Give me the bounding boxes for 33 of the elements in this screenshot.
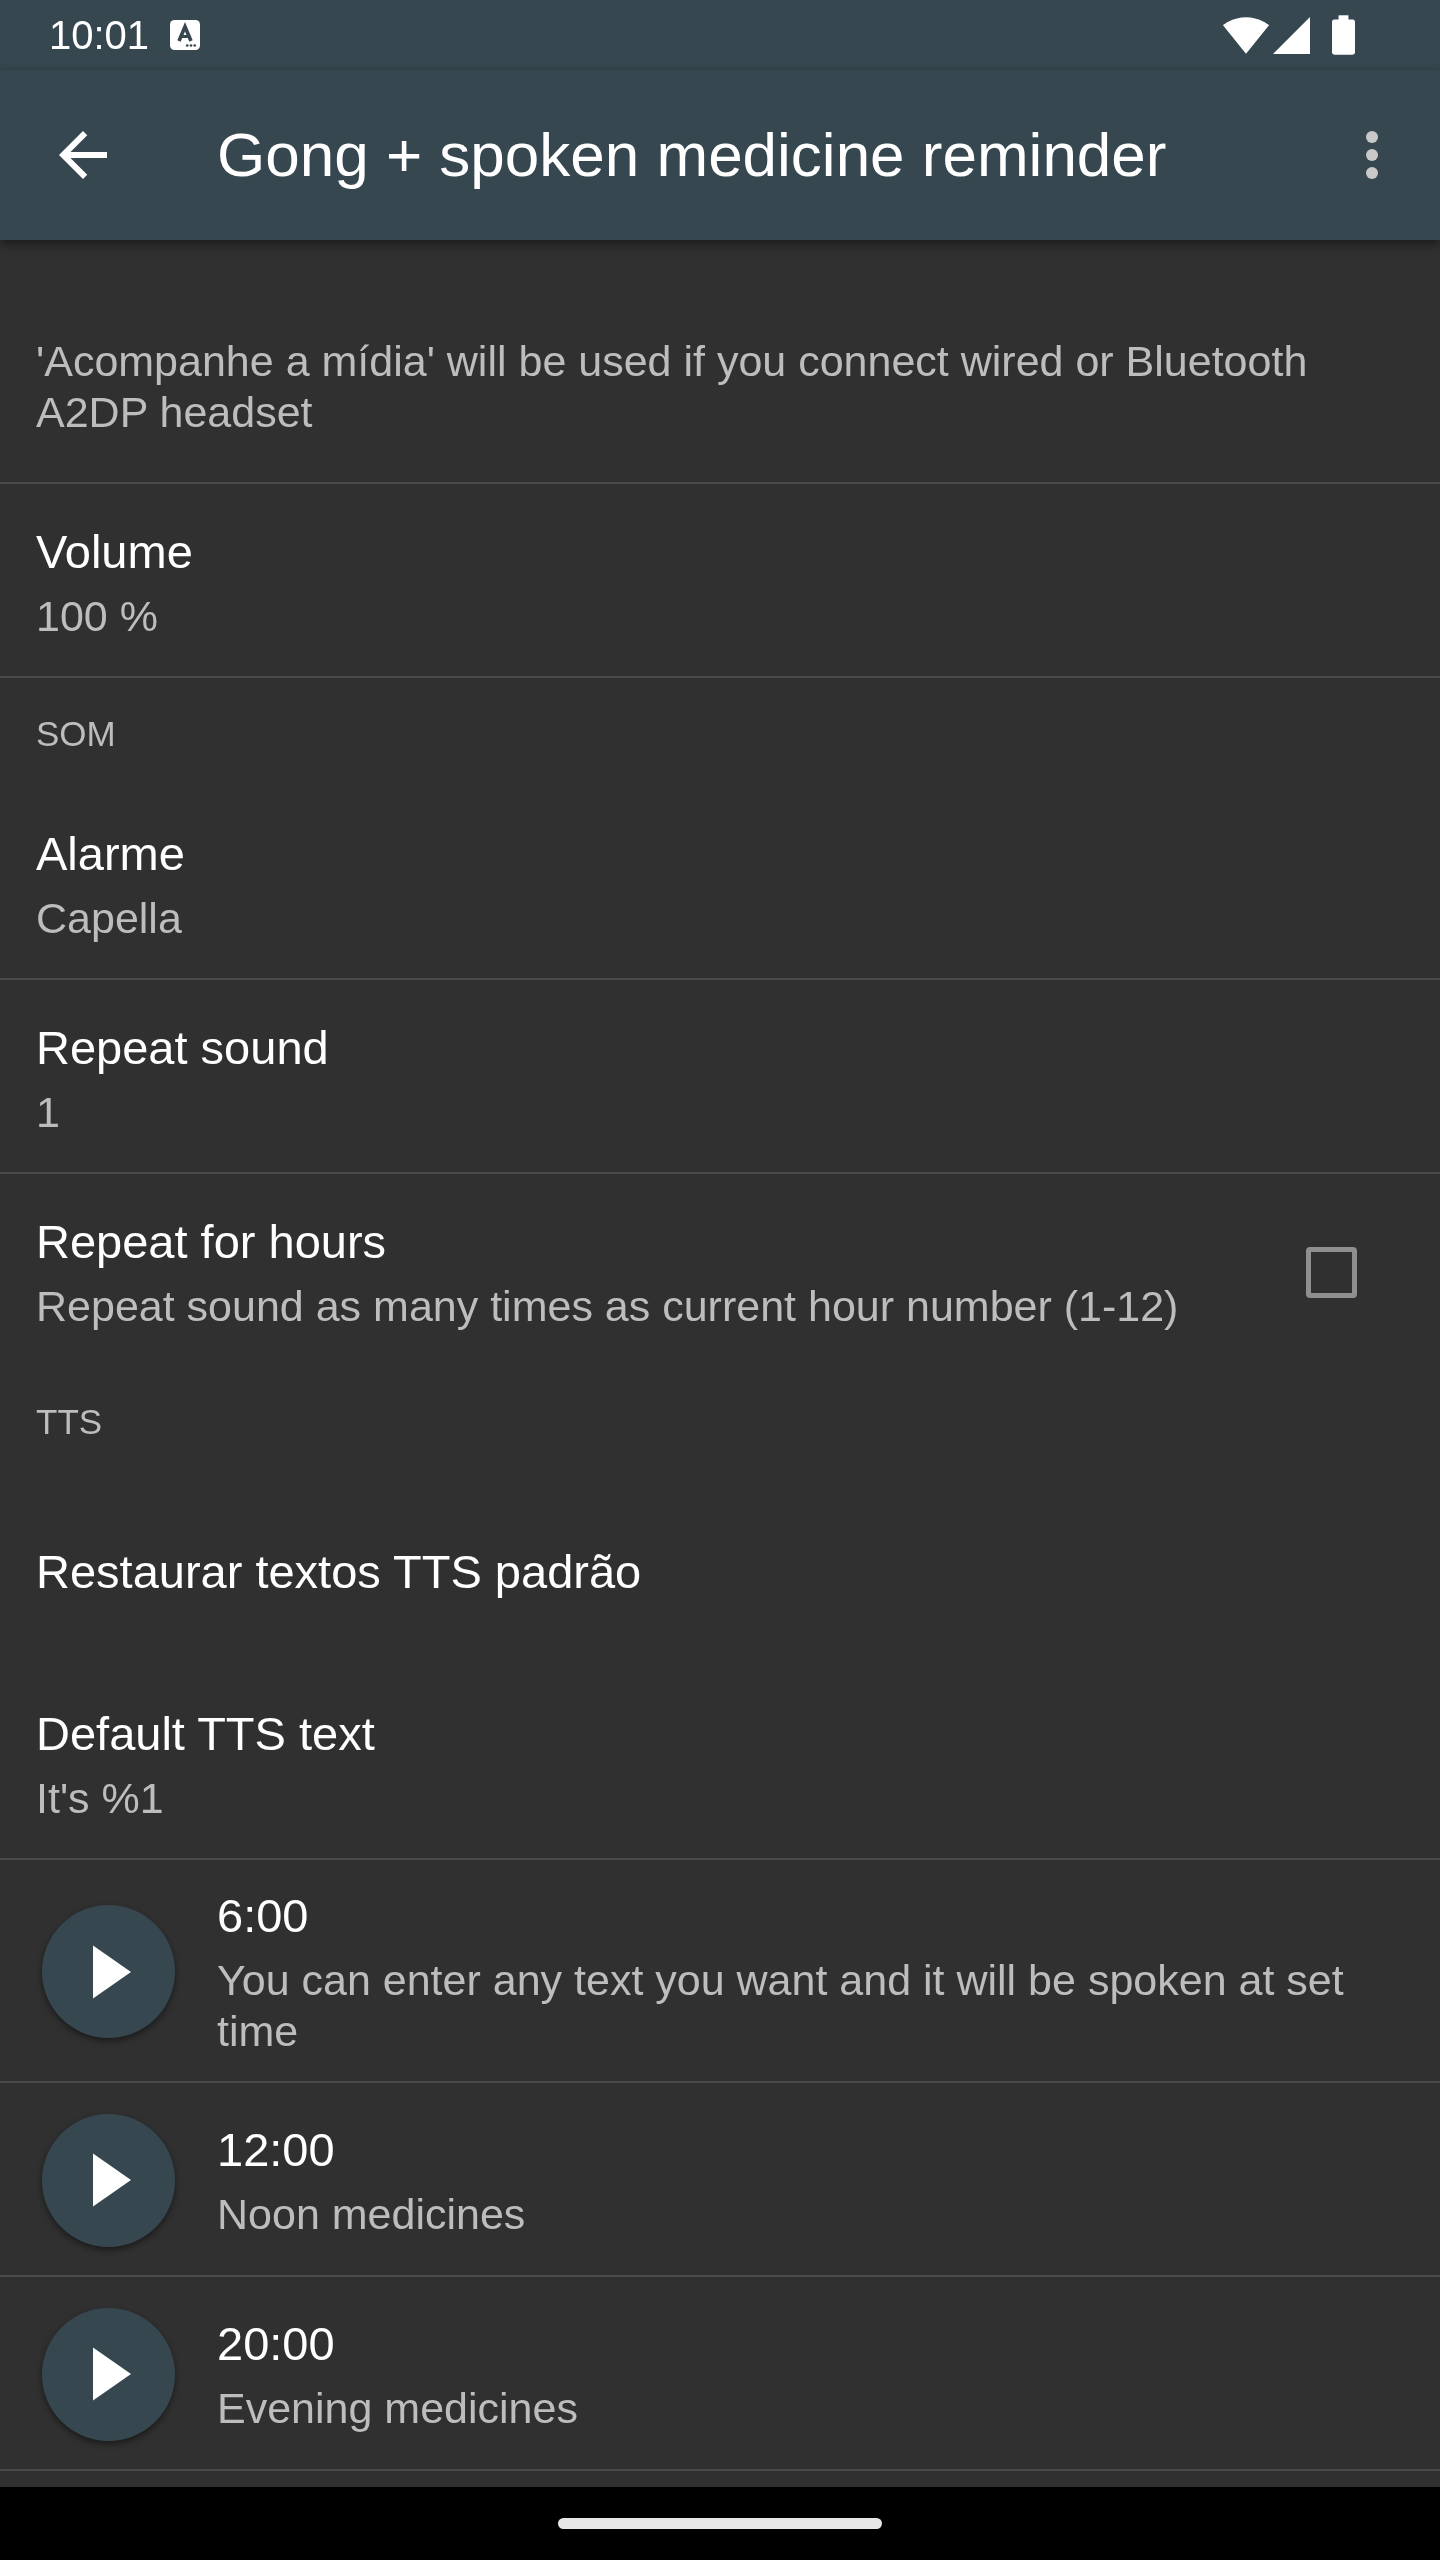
checkbox[interactable] bbox=[1306, 1246, 1357, 1298]
setting-value: 1 bbox=[36, 1087, 61, 1138]
signal-icon bbox=[1273, 16, 1310, 54]
setting-title[interactable]: Repeat sound bbox=[36, 1018, 1404, 1078]
setting-description: Repeat sound as many times as current hour number (1-12) bbox=[36, 1281, 1180, 1332]
setting-value: 100 % bbox=[36, 591, 159, 642]
reminder-time[interactable]: 6:00 bbox=[217, 1886, 1404, 1946]
section-header: TTS bbox=[36, 1401, 104, 1443]
screen-title: Gong + spoken medicine reminder bbox=[217, 119, 1168, 191]
home-handle[interactable] bbox=[558, 2518, 882, 2529]
reminder-text: Evening medicines bbox=[217, 2383, 579, 2434]
setting-value: Capella bbox=[36, 893, 183, 944]
wifi-icon bbox=[1223, 16, 1269, 54]
back-arrow-icon[interactable] bbox=[59, 131, 107, 179]
play-icon bbox=[92, 2153, 131, 2207]
status-time: 10:01 bbox=[49, 12, 150, 58]
play-icon bbox=[92, 2347, 131, 2401]
setting-title[interactable]: Repeat for hours bbox=[36, 1212, 1266, 1272]
text-tile-icon bbox=[170, 20, 201, 50]
play-icon bbox=[92, 1944, 131, 1999]
setting-title[interactable]: Default TTS text bbox=[36, 1704, 1404, 1764]
info-text: 'Acompanhe a mídia' will be used if you connect wired or Bluetooth A2DP headset bbox=[35, 336, 1309, 438]
reminder-text: You can enter any text you want and it will be spoken at set time bbox=[217, 1955, 1345, 2057]
setting-value: It's %1 bbox=[36, 1773, 165, 1824]
setting-title[interactable]: Alarme bbox=[36, 824, 1404, 884]
reminder-text: Noon medicines bbox=[217, 2189, 527, 2240]
more-options-icon[interactable] bbox=[1366, 131, 1378, 179]
setting-title[interactable]: Restaurar textos TTS padrão bbox=[36, 1542, 1404, 1602]
battery-icon bbox=[1332, 15, 1355, 55]
section-header: SOM bbox=[36, 713, 117, 755]
setting-title[interactable]: Volume bbox=[36, 522, 1404, 582]
reminder-time[interactable]: 20:00 bbox=[217, 2314, 1404, 2374]
reminder-time[interactable]: 12:00 bbox=[217, 2120, 1404, 2180]
